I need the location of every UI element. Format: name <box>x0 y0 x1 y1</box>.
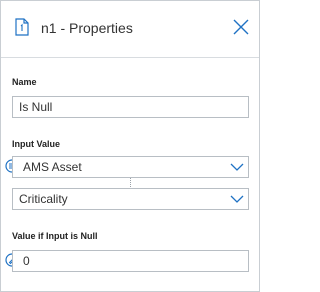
null-value-label: Value if Input is Null <box>12 231 98 241</box>
source-value: AMS Asset <box>23 160 82 174</box>
null-value-input[interactable]: 0 <box>12 250 249 272</box>
connector-line <box>130 178 131 187</box>
close-icon[interactable] <box>231 17 251 37</box>
name-label: Name <box>12 77 37 87</box>
chevron-down-icon <box>230 192 244 206</box>
panel-header: n1 - Properties <box>1 1 259 58</box>
null-value: 0 <box>23 254 30 268</box>
name-value: Is Null <box>19 100 53 114</box>
source-select[interactable]: AMS Asset <box>12 156 249 178</box>
input-value-label: Input Value <box>12 139 61 149</box>
document-icon <box>15 18 29 36</box>
name-input[interactable]: Is Null <box>12 96 249 118</box>
field-value: Criticality <box>19 192 68 206</box>
field-select[interactable]: Criticality <box>12 188 249 210</box>
chevron-down-icon <box>230 160 244 174</box>
panel-title: n1 - Properties <box>41 20 133 36</box>
properties-panel: n1 - Properties Name Is Null Input Value… <box>0 0 260 292</box>
